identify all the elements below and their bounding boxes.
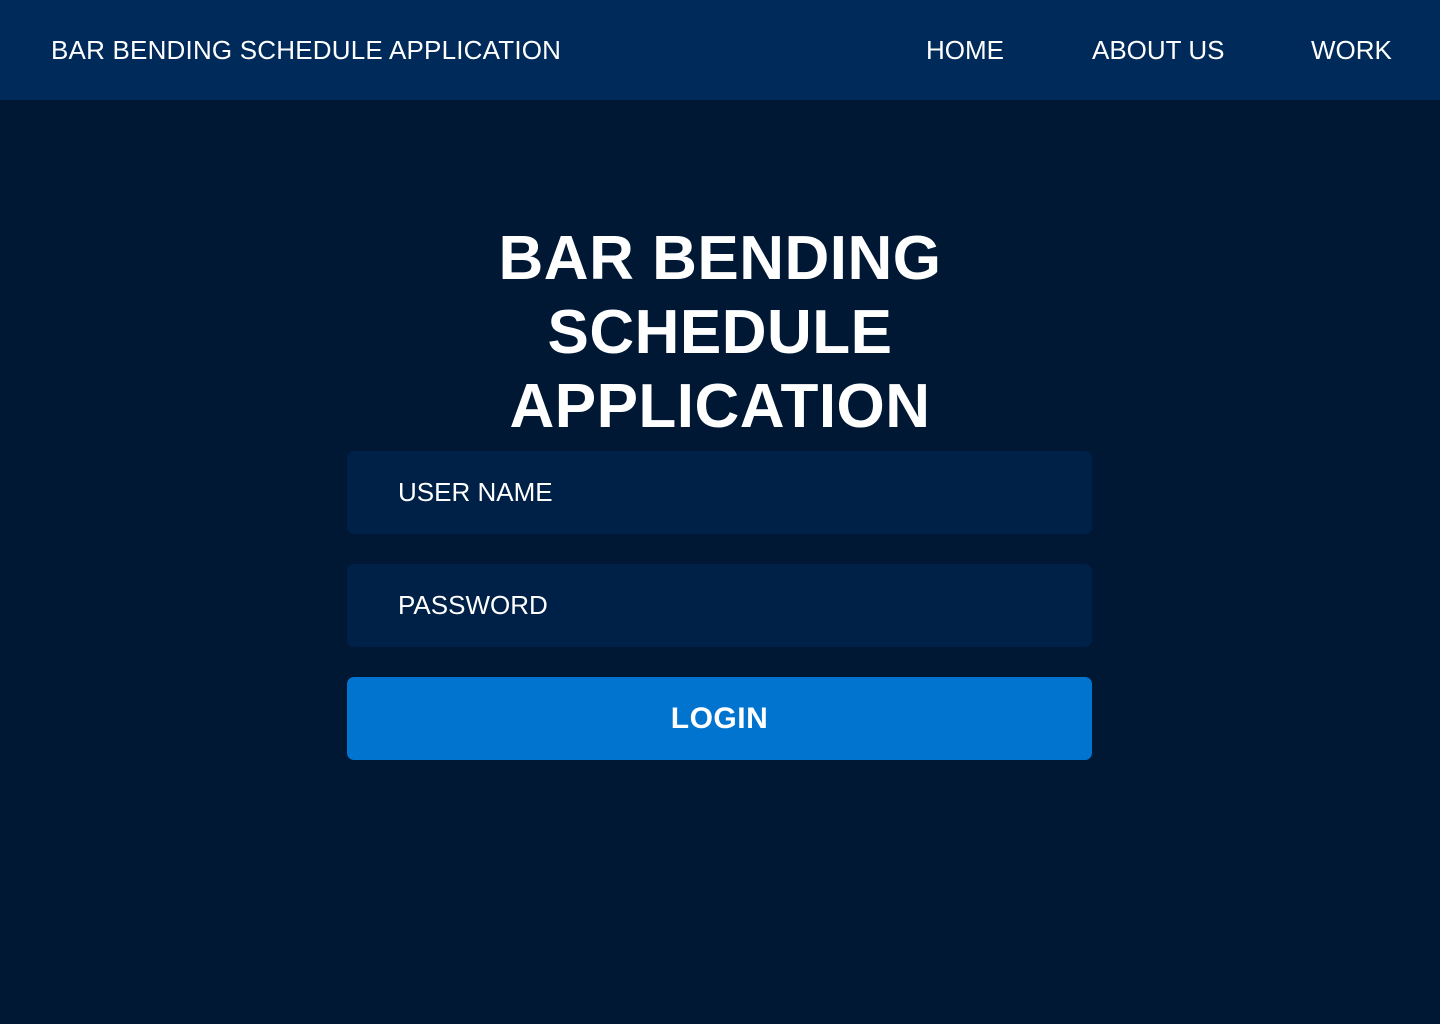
page-title-line-1: BAR BENDING SCHEDULE <box>498 224 942 367</box>
nav-home-link[interactable]: HOME <box>926 34 1004 66</box>
login-button[interactable]: LOGIN <box>347 677 1092 760</box>
brand-title: BAR BENDING SCHEDULE APPLICATION <box>51 35 562 65</box>
username-input[interactable] <box>347 451 1092 534</box>
nav-about-us-link[interactable]: ABOUT US <box>1092 34 1224 66</box>
page-title-line-2: APPLICATION <box>509 372 931 441</box>
nav-work-link[interactable]: WORK <box>1311 34 1392 66</box>
top-navbar: BAR BENDING SCHEDULE APPLICATION HOME AB… <box>0 0 1440 100</box>
password-input[interactable] <box>347 564 1092 647</box>
page-title: BAR BENDING SCHEDULE APPLICATION <box>320 222 1120 444</box>
